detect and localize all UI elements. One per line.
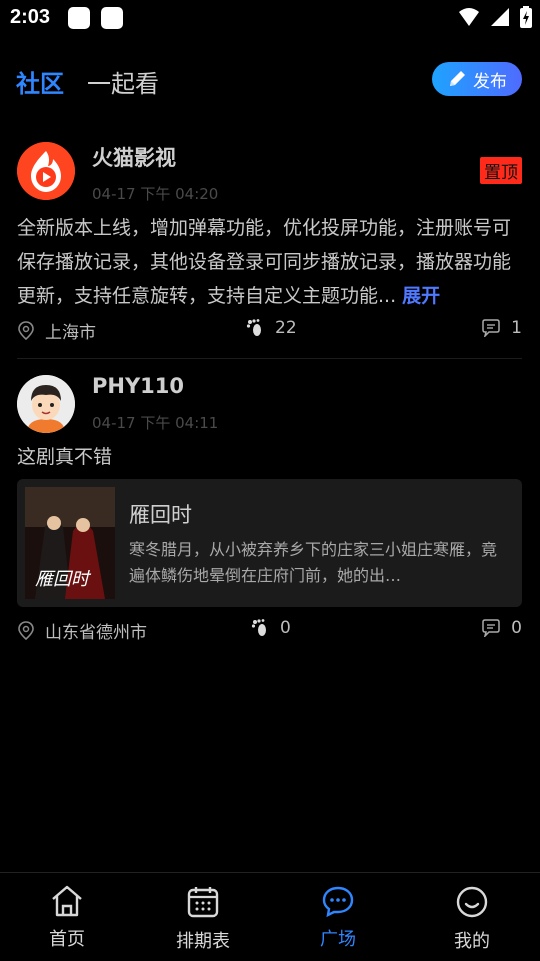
post-author[interactable]: 火猫影视 <box>92 142 176 172</box>
avatar[interactable] <box>17 142 75 200</box>
poster-title: 雁回时 <box>35 569 92 590</box>
pencil-icon <box>450 71 465 86</box>
nav-mine-label: 我的 <box>454 931 490 952</box>
smile-face-icon <box>456 886 488 918</box>
nav-mine[interactable]: 我的 <box>422 885 522 953</box>
signal-icon <box>491 8 509 26</box>
notification-icon <box>101 7 123 29</box>
drama-description: 寒冬腊月，从小被弃养乡下的庄家三小姐庄寒雁，竟遍体鳞伤地晕倒在庄府门前，她的出… <box>129 540 498 585</box>
drama-card[interactable]: 雁回时 雁回时 寒冬腊月，从小被弃养乡下的庄家三小姐庄寒雁，竟遍体鳞伤地晕倒在庄… <box>17 479 522 607</box>
comments[interactable]: 0 <box>481 618 522 638</box>
status-time: 2:03 <box>10 6 51 28</box>
tab-community[interactable]: 社区 <box>16 64 64 99</box>
footprints[interactable]: 22 <box>245 318 297 338</box>
pinned-badge: 置顶 <box>480 157 522 184</box>
notification-icon <box>68 7 90 29</box>
home-icon <box>52 885 82 917</box>
publish-label: 发布 <box>473 71 507 92</box>
footprint-icon <box>251 619 266 636</box>
nav-schedule-label: 排期表 <box>176 931 230 952</box>
wifi-icon <box>459 8 479 26</box>
status-bar: 2:03 <box>0 0 540 36</box>
footprint-count: 0 <box>280 618 291 638</box>
comment-count: 0 <box>511 618 522 638</box>
nav-home-label: 首页 <box>49 929 85 950</box>
comment-icon <box>482 319 500 337</box>
location-text: 山东省德州市 <box>45 623 147 643</box>
nav-square[interactable]: 广场 <box>288 885 388 951</box>
post-text: 这剧真不错 <box>17 446 113 468</box>
location: 山东省德州市 <box>17 618 147 643</box>
poster-image-icon: 雁回时 <box>25 487 115 599</box>
cartoon-boy-avatar-icon <box>17 375 75 433</box>
comment-count: 1 <box>511 318 522 338</box>
post-time: 04-17 下午 04:20 <box>92 185 219 203</box>
nav-square-label: 广场 <box>320 929 356 950</box>
post-time: 04-17 下午 04:11 <box>92 414 219 432</box>
bottom-nav: 首页 排期表 广场 我的 <box>0 872 540 961</box>
comments[interactable]: 1 <box>481 318 522 338</box>
post-text: 全新版本上线，增加弹幕功能，优化投屏功能，注册账号可保存播放记录，其他设备登录可… <box>17 211 522 313</box>
footprint-count: 22 <box>275 318 297 338</box>
post-meta: 山东省德州市 0 0 <box>17 618 522 643</box>
status-icons <box>458 6 532 28</box>
top-bar: 社区 一起看 发布 <box>0 56 540 104</box>
nav-home[interactable]: 首页 <box>17 885 117 951</box>
location-pin-icon <box>18 320 34 340</box>
comment-icon <box>482 619 500 637</box>
avatar[interactable] <box>17 375 75 433</box>
chat-bubble-icon <box>322 886 354 918</box>
location-text: 上海市 <box>45 323 96 343</box>
footprint-icon <box>246 319 261 336</box>
post-author[interactable]: PHY110 <box>92 374 184 398</box>
drama-poster: 雁回时 <box>25 487 115 599</box>
publish-button[interactable]: 发布 <box>432 62 522 96</box>
drama-title: 雁回时 <box>129 503 192 527</box>
expand-link[interactable]: 展开 <box>402 285 440 307</box>
location: 上海市 <box>17 318 96 343</box>
battery-icon <box>520 6 532 28</box>
tab-watch-together[interactable]: 一起看 <box>87 64 159 99</box>
post-meta: 上海市 22 1 <box>17 318 522 343</box>
nav-schedule[interactable]: 排期表 <box>153 885 253 953</box>
location-pin-icon <box>18 620 34 640</box>
fire-cat-logo-icon <box>17 142 75 200</box>
footprints[interactable]: 0 <box>250 618 291 638</box>
calendar-icon <box>187 887 219 918</box>
divider <box>17 358 522 359</box>
